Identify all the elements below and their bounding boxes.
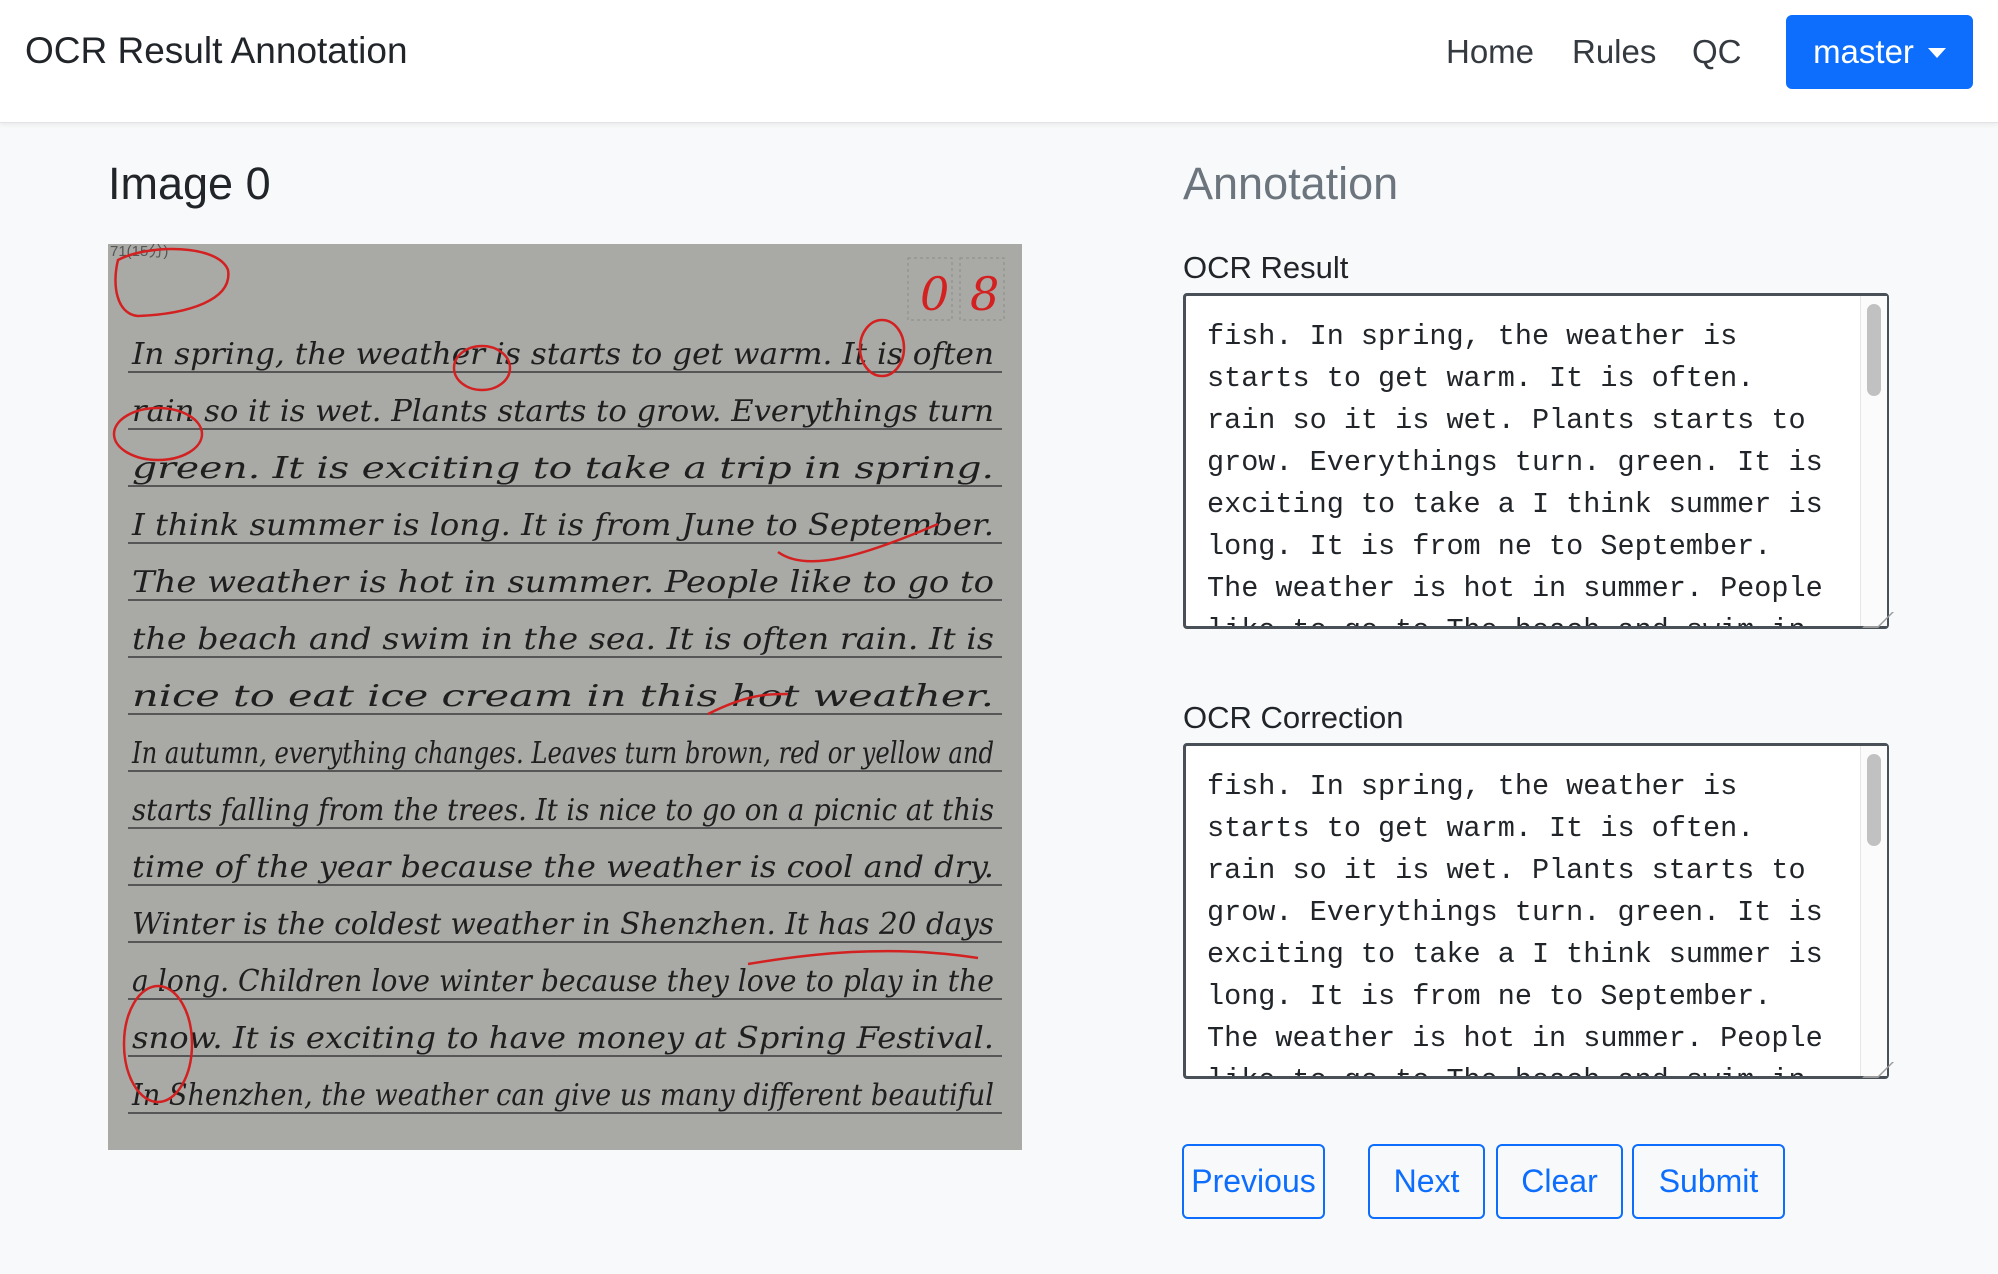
score-mark-ones: 8 xyxy=(970,267,999,321)
ocr-result-textarea[interactable]: fish. In spring, the weather is starts t… xyxy=(1183,293,1889,629)
ocr-correction-label: OCR Correction xyxy=(1183,700,1404,735)
submit-button[interactable]: Submit xyxy=(1632,1144,1785,1219)
previous-button[interactable]: Previous xyxy=(1182,1144,1325,1219)
handwriting-line: In Shenzhen, the weather can give us man… xyxy=(131,1078,994,1113)
clear-button[interactable]: Clear xyxy=(1496,1144,1623,1219)
nav-link-qc[interactable]: QC xyxy=(1692,33,1742,71)
brand-title[interactable]: OCR Result Annotation xyxy=(25,30,408,72)
navbar: OCR Result Annotation Home Rules QC mast… xyxy=(0,0,1998,123)
handwriting-line: Winter is the coldest weather in Shenzhe… xyxy=(132,907,994,942)
scrollbar-thumb[interactable] xyxy=(1867,754,1881,846)
scrollbar-thumb[interactable] xyxy=(1867,304,1881,396)
user-menu-label: master xyxy=(1813,33,1914,70)
handwriting-line: The weather is hot in summer. People lik… xyxy=(132,565,994,600)
handwriting-line: a long. Children love winter because the… xyxy=(132,964,994,999)
nav-link-home[interactable]: Home xyxy=(1446,33,1534,71)
handwriting-line: nice to eat ice cream in this hot weathe… xyxy=(132,679,994,714)
handwriting-line: snow. It is exciting to have money at Sp… xyxy=(132,1021,994,1056)
image-title: Image 0 xyxy=(108,158,271,209)
handwriting-line: rain so it is wet. Plants starts to grow… xyxy=(132,394,994,429)
ocr-result-label: OCR Result xyxy=(1183,250,1349,285)
next-button[interactable]: Next xyxy=(1368,1144,1485,1219)
handwriting-line: starts falling from the trees. It is nic… xyxy=(132,793,994,828)
ocr-correction-scrollbar[interactable] xyxy=(1860,746,1887,1076)
ocr-result-scrollbar[interactable] xyxy=(1860,296,1887,626)
caret-down-icon xyxy=(1927,48,1946,58)
handwriting-line: green. It is exciting to take a trip in … xyxy=(132,451,994,486)
ocr-correction-textarea[interactable]: fish. In spring, the weather is starts t… xyxy=(1183,743,1889,1079)
handwritten-essay-image: In spring, the weather is starts to get … xyxy=(108,244,1022,1150)
user-menu-button[interactable]: master xyxy=(1786,15,1973,89)
annotation-title: Annotation xyxy=(1183,158,1399,209)
essay-drawing: In spring, the weather is starts to get … xyxy=(110,244,1005,1114)
red-underline-mark xyxy=(747,949,979,966)
handwriting-line: In autumn, everything changes. Leaves tu… xyxy=(131,736,994,771)
handwriting-line: I think summer is long. It is from June … xyxy=(131,508,994,543)
nav-link-rules[interactable]: Rules xyxy=(1572,33,1656,71)
handwriting-line: the beach and swim in the sea. It is oft… xyxy=(132,622,994,657)
score-mark-tens: 0 xyxy=(920,267,949,321)
handwriting-line: time of the year because the weather is … xyxy=(132,850,994,885)
